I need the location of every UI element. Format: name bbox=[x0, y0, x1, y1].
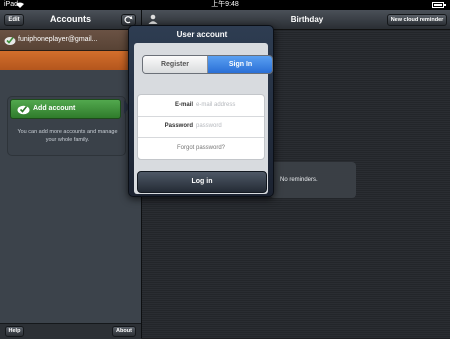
account-selection-strip bbox=[0, 51, 141, 70]
accounts-header: Edit Accounts bbox=[0, 10, 141, 30]
edit-button[interactable]: Edit bbox=[4, 14, 24, 26]
cloud-check-icon bbox=[17, 105, 30, 115]
register-segment[interactable]: Register bbox=[143, 56, 208, 73]
cloud-check-icon bbox=[4, 37, 16, 45]
password-label: Password bbox=[164, 123, 193, 129]
login-form: E-mail e-mail address Password password … bbox=[137, 94, 265, 160]
refresh-icon bbox=[124, 16, 133, 24]
help-button[interactable]: Help bbox=[5, 326, 24, 337]
battery-icon bbox=[432, 2, 446, 8]
register-signin-segmented-control: Register Sign In bbox=[142, 55, 273, 74]
password-field[interactable]: password bbox=[196, 116, 262, 137]
forgot-password-link[interactable]: Forgot password? bbox=[138, 137, 264, 159]
user-account-popover: User account Register Sign In E-mail e-m… bbox=[128, 25, 274, 197]
add-account-description: You can add more accounts and manage you… bbox=[17, 129, 118, 143]
password-row[interactable]: Password password bbox=[138, 116, 264, 138]
add-account-button[interactable]: Add account bbox=[10, 99, 121, 119]
accounts-footer: Help About bbox=[0, 323, 141, 339]
accounts-pane: Edit Accounts funiphoneplayer@gmail... A… bbox=[0, 10, 141, 339]
account-row[interactable]: funiphoneplayer@gmail... bbox=[0, 30, 141, 51]
add-account-label: Add account bbox=[33, 105, 76, 112]
accounts-title: Accounts bbox=[49, 14, 91, 24]
email-field[interactable]: e-mail address bbox=[196, 95, 262, 116]
clock: 上午9:48 bbox=[211, 1, 239, 8]
status-bar: iPad 上午9:48 bbox=[0, 0, 450, 10]
popover-title: User account bbox=[176, 30, 228, 39]
email-row[interactable]: E-mail e-mail address bbox=[138, 95, 264, 117]
empty-state-text: No reminders. bbox=[280, 177, 318, 183]
sign-in-segment[interactable]: Sign In bbox=[208, 56, 272, 73]
empty-reminders-box: No reminders. bbox=[270, 162, 356, 198]
new-cloud-reminder-button[interactable]: New cloud reminder bbox=[387, 14, 447, 26]
about-button[interactable]: About bbox=[112, 326, 136, 337]
account-email: funiphoneplayer@gmail... bbox=[18, 36, 98, 43]
log-in-button[interactable]: Log in bbox=[137, 171, 267, 193]
person-icon[interactable] bbox=[147, 14, 159, 24]
email-label: E-mail bbox=[174, 102, 193, 108]
